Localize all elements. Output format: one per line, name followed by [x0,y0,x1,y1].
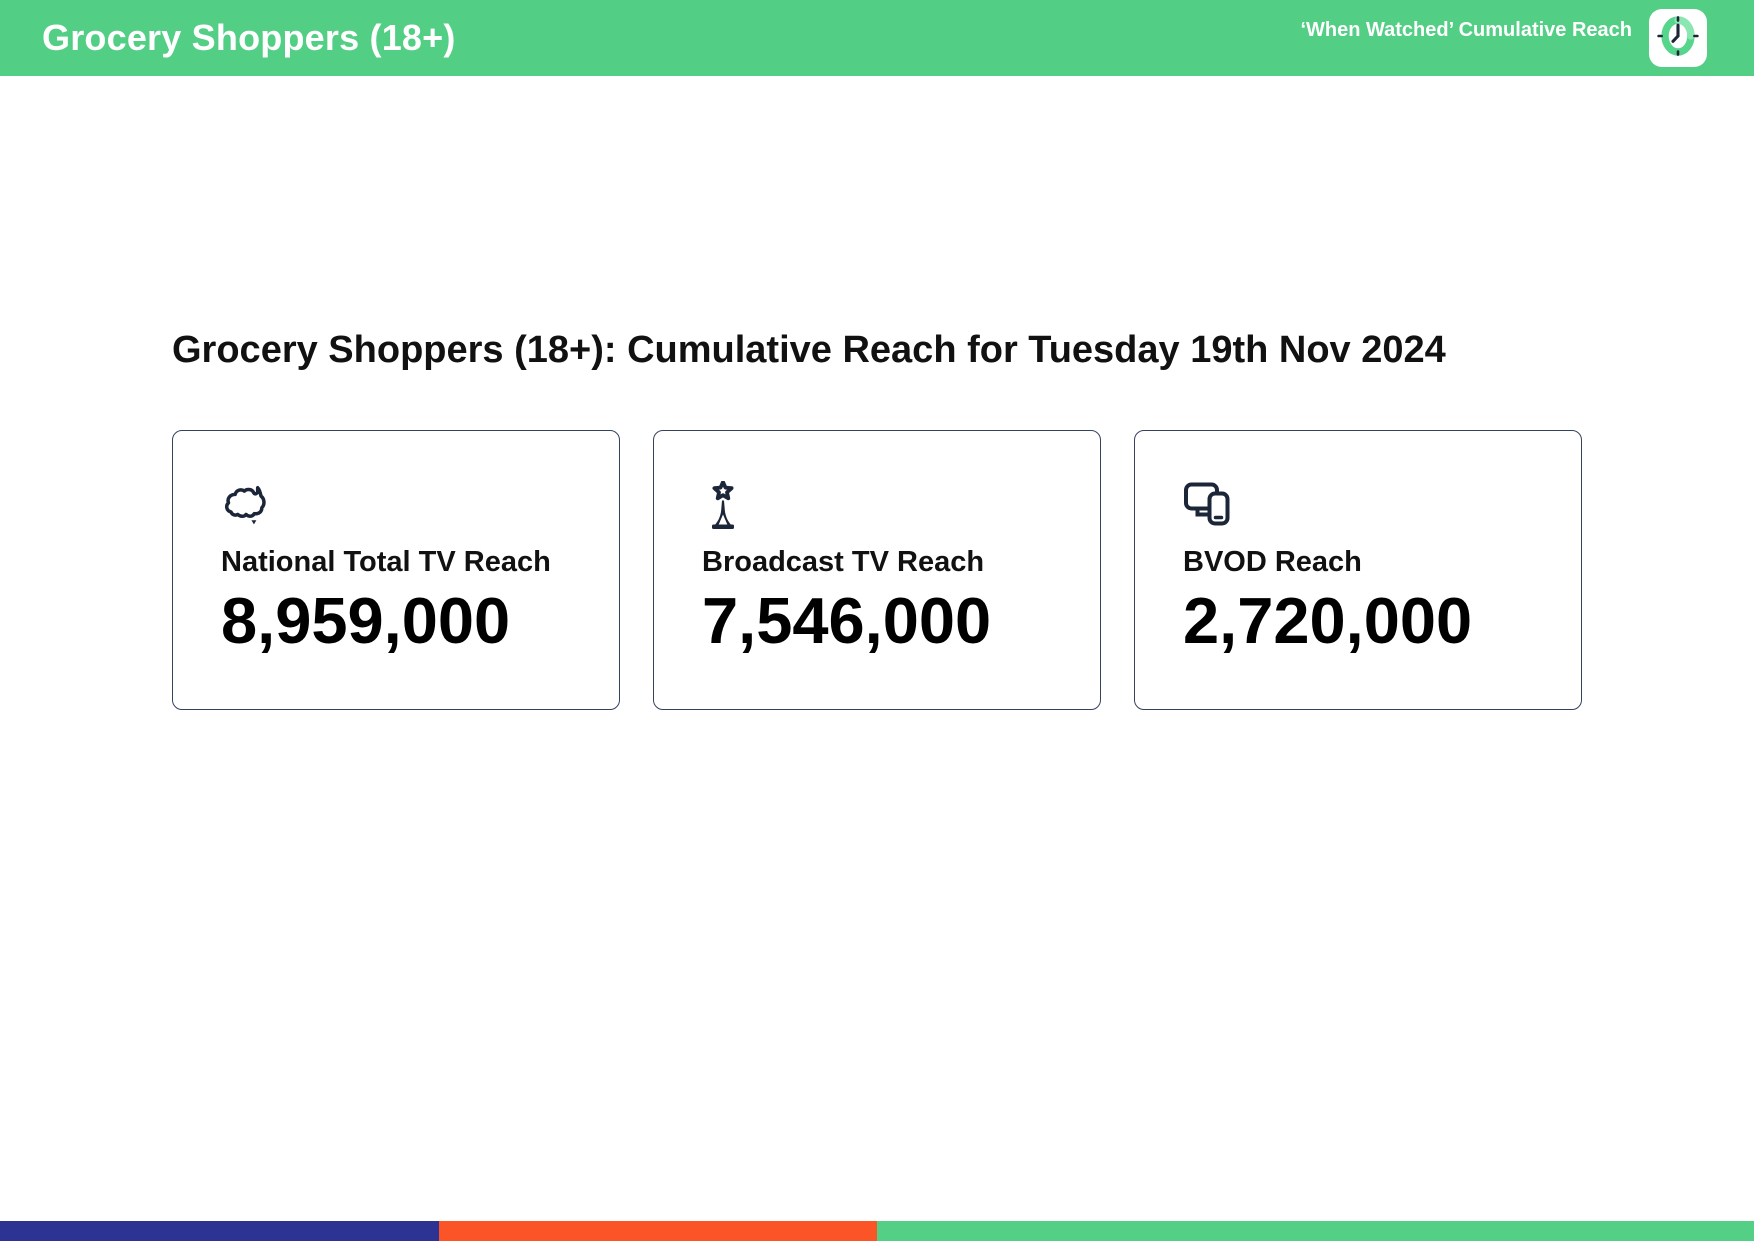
footer-segment-green [877,1221,1754,1241]
footer-segment-orange [438,1221,877,1241]
header-subtitle: ‘When Watched’ Cumulative Reach [1300,18,1632,41]
kpi-card-national-total-tv: National Total TV Reach 8,959,000 [172,430,620,710]
kpi-value: 2,720,000 [1183,584,1473,657]
kpi-cards-row: National Total TV Reach 8,959,000 Broadc… [172,430,1582,710]
kpi-label: Broadcast TV Reach [702,546,985,578]
footer-color-bar [0,1221,1754,1241]
clock-logo [1649,9,1707,67]
footer-segment-blue [0,1221,439,1241]
app-header: Grocery Shoppers (18+) ‘When Watched’ Cu… [0,0,1754,76]
kpi-value: 8,959,000 [221,584,511,657]
kpi-label: BVOD Reach [1183,546,1362,578]
kpi-value: 7,546,000 [702,584,992,657]
app-title: Grocery Shoppers (18+) [42,17,456,58]
kpi-label: National Total TV Reach [221,546,551,578]
clock-icon [1653,11,1703,66]
header-right: ‘When Watched’ Cumulative Reach [1300,9,1707,67]
kpi-card-broadcast-tv: Broadcast TV Reach 7,546,000 [653,430,1101,710]
broadcast-tower-icon [702,481,1054,529]
main-content: Grocery Shoppers (18+): Cumulative Reach… [172,76,1582,710]
page-title: Grocery Shoppers (18+): Cumulative Reach… [172,329,1446,371]
devices-icon [1183,481,1535,529]
australia-map-icon [221,481,573,529]
kpi-card-bvod: BVOD Reach 2,720,000 [1134,430,1582,710]
